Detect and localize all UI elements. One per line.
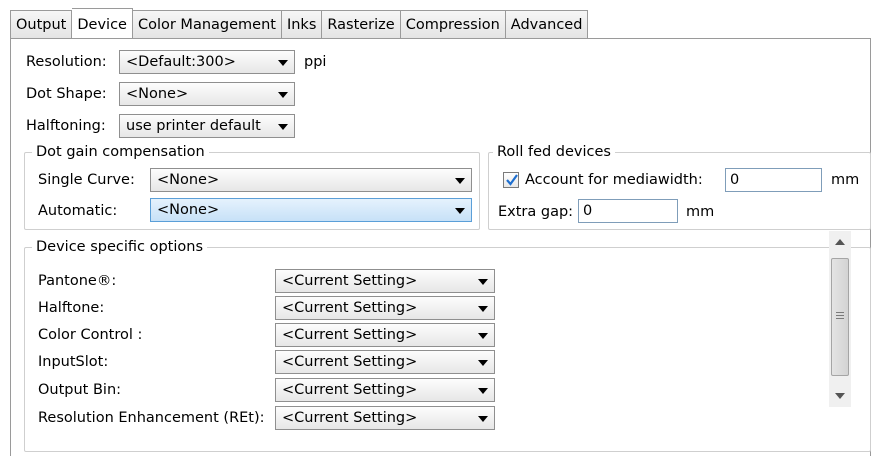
option-value: <Current Setting>: [282, 273, 418, 289]
grip-line: [836, 318, 844, 319]
option-label-color-control: Color Control :: [38, 327, 143, 343]
extra-gap-label: Extra gap:: [498, 204, 574, 220]
tab-bar: Output Device Color Management Inks Rast…: [10, 8, 589, 39]
halftoning-select[interactable]: use printer default: [119, 114, 295, 138]
single-curve-value: <None>: [157, 172, 220, 188]
tab-compression[interactable]: Compression: [400, 10, 506, 38]
single-curve-label: Single Curve:: [38, 172, 135, 188]
scrollbar-thumb[interactable]: [831, 258, 849, 376]
chevron-down-icon: [478, 388, 488, 394]
mediawidth-input[interactable]: 0: [725, 168, 822, 192]
tab-advanced[interactable]: Advanced: [505, 10, 589, 38]
resolution-value: <Default:300>: [126, 54, 236, 70]
resolution-unit: ppi: [304, 54, 327, 70]
extra-gap-input[interactable]: 0: [578, 199, 678, 223]
arrow-up-icon: [835, 239, 845, 245]
extra-gap-value: 0: [583, 203, 593, 219]
mediawidth-unit: mm: [831, 172, 860, 188]
tab-color-management[interactable]: Color Management: [132, 10, 282, 38]
option-select-inputslot[interactable]: <Current Setting>: [275, 350, 495, 374]
resolution-select[interactable]: <Default:300>: [119, 50, 295, 74]
chevron-down-icon: [278, 124, 288, 130]
dot-shape-select[interactable]: <None>: [119, 82, 295, 106]
chevron-down-icon: [278, 60, 288, 66]
mediawidth-value: 0: [730, 172, 740, 188]
option-label-halftone: Halftone:: [38, 300, 105, 316]
tab-rasterize[interactable]: Rasterize: [322, 10, 401, 38]
grip-line: [836, 312, 844, 313]
device-options-scrollbar[interactable]: [829, 231, 851, 407]
option-value: <Current Setting>: [282, 382, 418, 398]
option-select-output-bin[interactable]: <Current Setting>: [275, 378, 495, 402]
option-select-resolution-enhancement[interactable]: <Current Setting>: [275, 406, 495, 430]
scroll-down-button[interactable]: [829, 385, 851, 407]
option-select-halftone[interactable]: <Current Setting>: [275, 296, 495, 320]
extra-gap-unit: mm: [686, 204, 715, 220]
tab-output[interactable]: Output: [10, 10, 73, 38]
resolution-label: Resolution:: [26, 54, 107, 70]
automatic-value: <None>: [157, 202, 220, 218]
chevron-down-icon: [478, 306, 488, 312]
account-mediawidth-label: Account for mediawidth:: [525, 172, 703, 188]
account-mediawidth-checkbox[interactable]: [503, 172, 519, 188]
dot-shape-value: <None>: [126, 86, 189, 102]
halftoning-label: Halftoning:: [26, 118, 106, 134]
roll-fed-title: Roll fed devices: [493, 143, 615, 161]
chevron-down-icon: [478, 416, 488, 422]
option-label-resolution-enhancement: Resolution Enhancement (REt):: [38, 410, 265, 426]
option-select-color-control[interactable]: <Current Setting>: [275, 323, 495, 347]
automatic-select[interactable]: <None>: [150, 198, 472, 222]
tab-inks[interactable]: Inks: [281, 10, 323, 38]
option-value: <Current Setting>: [282, 354, 418, 370]
option-value: <Current Setting>: [282, 327, 418, 343]
chevron-down-icon: [455, 178, 465, 184]
option-label-output-bin: Output Bin:: [38, 382, 122, 398]
chevron-down-icon: [478, 333, 488, 339]
single-curve-select[interactable]: <None>: [150, 168, 472, 192]
automatic-label: Automatic:: [38, 203, 118, 219]
option-label-pantone: Pantone®:: [38, 273, 117, 289]
option-label-inputslot: InputSlot:: [38, 354, 109, 370]
chevron-down-icon: [455, 208, 465, 214]
chevron-down-icon: [278, 92, 288, 98]
halftoning-value: use printer default: [126, 118, 261, 134]
scroll-up-button[interactable]: [829, 231, 851, 253]
option-value: <Current Setting>: [282, 410, 418, 426]
dot-gain-title: Dot gain compensation: [32, 143, 209, 161]
device-options-title: Device specific options: [32, 238, 207, 256]
dot-shape-label: Dot Shape:: [26, 86, 107, 102]
grip-line: [836, 315, 844, 316]
tab-device[interactable]: Device: [72, 8, 133, 38]
check-icon: [506, 174, 518, 186]
chevron-down-icon: [478, 360, 488, 366]
option-select-pantone[interactable]: <Current Setting>: [275, 269, 495, 293]
option-value: <Current Setting>: [282, 300, 418, 316]
arrow-down-icon: [835, 393, 845, 399]
chevron-down-icon: [478, 279, 488, 285]
